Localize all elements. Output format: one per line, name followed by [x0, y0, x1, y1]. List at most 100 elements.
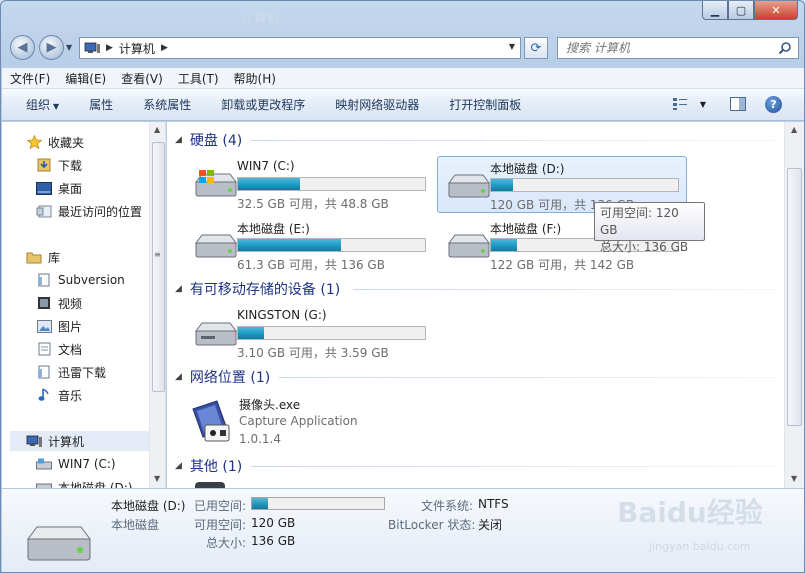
- drive-c[interactable]: WIN7 (C:) 32.5 GB 可用，共 48.8 GB: [185, 156, 435, 213]
- nav-desktop[interactable]: 桌面: [36, 178, 165, 198]
- network-item-description: Capture Application: [239, 414, 358, 428]
- scroll-up-arrow-icon[interactable]: ▲: [791, 125, 797, 134]
- collapse-triangle-icon[interactable]: ◢: [175, 372, 182, 382]
- nav-label: 桌面: [58, 181, 83, 196]
- address-bar[interactable]: ▶ 计算机 ▶ ▼: [79, 37, 521, 59]
- nav-recent-places[interactable]: 最近访问的位置: [36, 201, 165, 221]
- nav-label: Subversion: [58, 273, 125, 287]
- usage-bar-fill: [491, 239, 518, 251]
- usage-bar: [237, 177, 426, 191]
- navigation-pane: 收藏夹 下载 桌面 最近访问的位置 库 Subversion 视频 图片 文档 …: [2, 122, 166, 488]
- breadcrumb-computer[interactable]: 计算机: [119, 40, 155, 57]
- preview-pane-icon[interactable]: [730, 97, 746, 111]
- scroll-down-arrow-icon[interactable]: ▼: [791, 474, 797, 483]
- nav-library-thunder-downloads[interactable]: 迅雷下载: [36, 362, 165, 382]
- nav-library-documents[interactable]: 文档: [36, 339, 165, 359]
- content-pane: ◢ 硬盘 (4) WIN7 (C:) 32.5 GB 可用，共 48.8 GB 本…: [167, 122, 784, 488]
- menu-help[interactable]: 帮助(H): [234, 70, 276, 87]
- nav-label: 视频: [58, 296, 83, 311]
- drive-g[interactable]: KINGSTON (G:) 3.10 GB 可用，共 3.59 GB: [185, 305, 435, 362]
- collapse-triangle-icon[interactable]: ◢: [175, 461, 182, 471]
- search-box[interactable]: [557, 37, 799, 59]
- search-icon[interactable]: [778, 41, 792, 55]
- content-scroll-thumb[interactable]: [787, 168, 802, 426]
- nav-scroll-thumb[interactable]: [152, 142, 165, 392]
- refresh-icon: ⟳: [530, 40, 542, 56]
- nav-library-music[interactable]: 音乐: [36, 385, 165, 405]
- collapse-triangle-icon[interactable]: ◢: [175, 284, 182, 294]
- menu-view[interactable]: 查看(V): [121, 70, 163, 87]
- search-input[interactable]: [566, 41, 766, 55]
- breadcrumb-arrow-icon[interactable]: ▶: [106, 43, 113, 53]
- group-other[interactable]: ◢ 其他 (1): [175, 456, 242, 476]
- drive-icon: [195, 234, 237, 258]
- change-view-button[interactable]: ▼: [672, 97, 706, 111]
- address-row: ◀ ▶ ▼ ▶ 计算机 ▶ ▼ ⟳: [1, 31, 804, 63]
- computer-icon: [26, 434, 42, 448]
- drive-name: WIN7 (C:): [237, 159, 295, 173]
- drive-name: 本地磁盘 (E:): [237, 222, 310, 236]
- nav-libraries[interactable]: 库: [26, 247, 165, 267]
- menu-file[interactable]: 文件(F): [10, 70, 50, 87]
- content-scrollbar[interactable]: ▲ ▼: [784, 122, 804, 488]
- drive-e[interactable]: 本地磁盘 (E:) 61.3 GB 可用，共 136 GB: [185, 217, 435, 274]
- nav-label: 文档: [58, 342, 83, 357]
- computer-icon: [84, 42, 100, 53]
- menu-edit[interactable]: 编辑(E): [65, 70, 106, 87]
- system-properties-button[interactable]: 系统属性: [143, 96, 191, 113]
- nav-library-pictures[interactable]: 图片: [36, 316, 165, 336]
- address-dropdown-icon[interactable]: ▼: [509, 42, 515, 51]
- nav-library-subversion[interactable]: Subversion: [36, 270, 165, 290]
- usage-bar-fill: [238, 327, 265, 339]
- back-button[interactable]: ◀: [10, 35, 35, 60]
- close-button[interactable]: ✕: [754, 1, 798, 20]
- refresh-button[interactable]: ⟳: [524, 37, 548, 59]
- scroll-up-arrow-icon[interactable]: ▲: [154, 125, 160, 134]
- recent-places-icon: [36, 204, 52, 218]
- camera-app-icon[interactable]: [187, 399, 233, 445]
- usage-bar: [237, 238, 426, 252]
- close-icon: ✕: [771, 3, 781, 17]
- nav-favorites[interactable]: 收藏夹: [26, 132, 165, 152]
- maximize-button[interactable]: ▢: [728, 1, 754, 20]
- detail-bitlocker-label: BitLocker 状态:: [388, 518, 476, 532]
- open-control-panel-button[interactable]: 打开控制面板: [449, 96, 521, 113]
- nav-library-videos[interactable]: 视频: [36, 293, 165, 313]
- network-item-name[interactable]: 摄像头.exe: [239, 396, 300, 413]
- forward-button[interactable]: ▶: [39, 35, 64, 60]
- nav-scrollbar[interactable]: ▲ ≡ ▼: [149, 122, 165, 488]
- scroll-down-arrow-icon[interactable]: ▼: [154, 474, 160, 483]
- help-icon[interactable]: ?: [765, 96, 782, 113]
- nav-drive-d[interactable]: 本地磁盘 (D:): [36, 477, 165, 488]
- title-bar[interactable]: 计算机 ▁ ▢ ✕: [1, 1, 804, 29]
- map-network-drive-button[interactable]: 映射网络驱动器: [335, 96, 419, 113]
- organize-button[interactable]: 组织 ▼: [26, 96, 59, 113]
- breadcrumb-arrow-icon[interactable]: ▶: [161, 43, 168, 53]
- chevron-down-icon: ▼: [699, 99, 706, 109]
- windows-drive-icon: [195, 170, 237, 197]
- group-label: 网络位置 (1): [189, 370, 271, 386]
- nav-label: 最近访问的位置: [58, 204, 143, 219]
- back-arrow-icon: ◀: [17, 40, 28, 55]
- group-hard-drives[interactable]: ◢ 硬盘 (4): [175, 130, 242, 150]
- nav-label: 图片: [58, 319, 83, 334]
- group-network[interactable]: ◢ 网络位置 (1): [175, 367, 270, 387]
- nav-downloads[interactable]: 下载: [36, 155, 165, 175]
- group-removable[interactable]: ◢ 有可移动存储的设备 (1): [175, 279, 340, 299]
- menu-bar: 文件(F) 编辑(E) 查看(V) 工具(T) 帮助(H): [2, 68, 804, 89]
- detail-bitlocker-value: 关闭: [478, 518, 503, 532]
- nav-drive-c[interactable]: WIN7 (C:): [36, 454, 165, 474]
- collapse-triangle-icon[interactable]: ◢: [175, 135, 182, 145]
- forward-arrow-icon: ▶: [46, 40, 57, 55]
- detail-usage-bar-fill: [252, 498, 268, 509]
- drive-name: 本地磁盘 (F:): [490, 222, 562, 236]
- explorer-window: 计算机 ▁ ▢ ✕ ◀ ▶ ▼ ▶ 计算机 ▶ ▼ ⟳ 文件(F) 编辑(E) …: [0, 0, 805, 573]
- nav-computer[interactable]: 计算机: [10, 431, 150, 451]
- detail-usage-bar: [251, 497, 385, 510]
- picture-library-icon: [36, 319, 52, 333]
- menu-tools[interactable]: 工具(T): [178, 70, 219, 87]
- minimize-button[interactable]: ▁: [702, 1, 728, 20]
- uninstall-program-button[interactable]: 卸载或更改程序: [221, 96, 305, 113]
- recent-pages-dropdown[interactable]: ▼: [66, 43, 72, 52]
- properties-button[interactable]: 属性: [89, 96, 113, 113]
